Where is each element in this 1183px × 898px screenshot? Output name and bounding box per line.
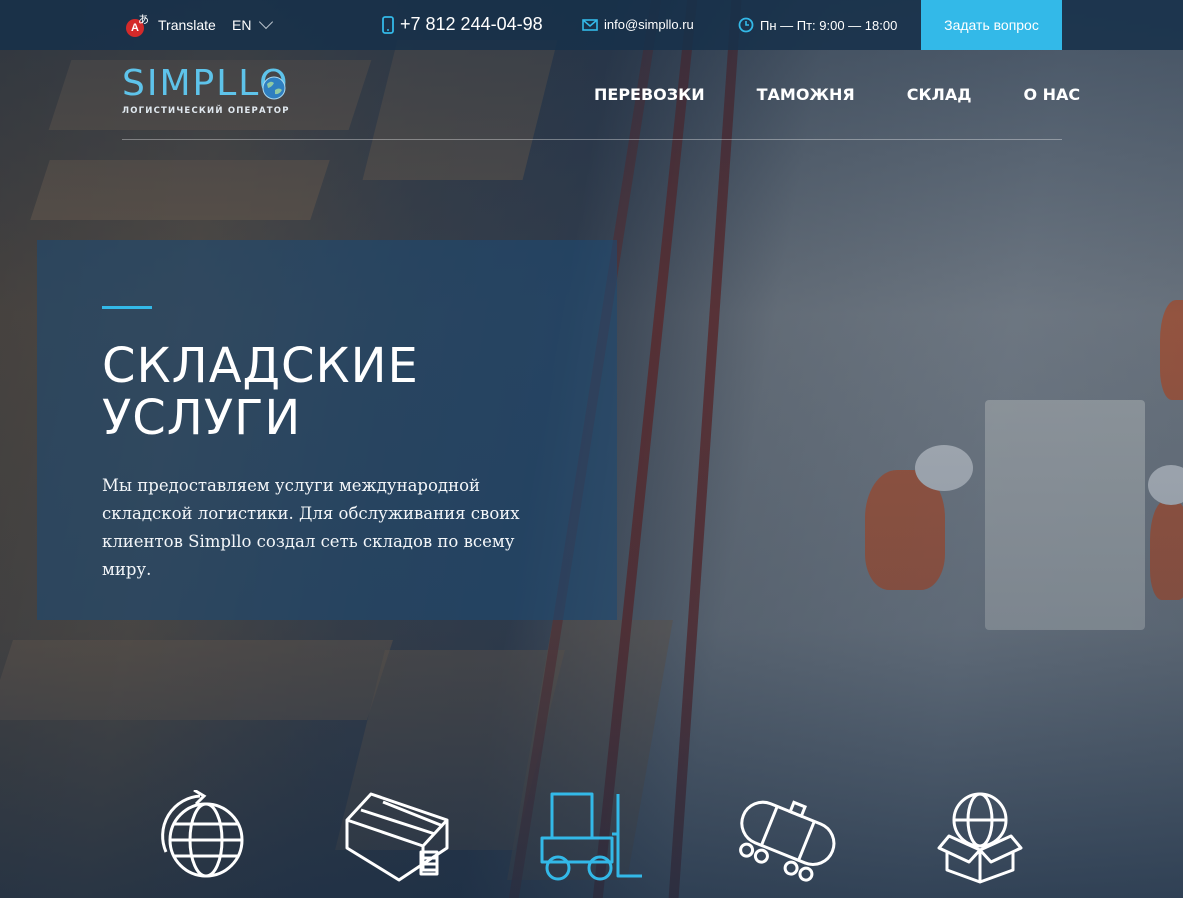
top-bar: A あ Translate EN +7 812 244-04-98 info@s… xyxy=(0,0,1183,50)
nav-item-customs[interactable]: ТАМОЖНЯ xyxy=(757,85,855,104)
envelope-icon xyxy=(582,18,598,31)
email-address: info@simpllo.ru xyxy=(604,17,694,32)
services-row xyxy=(0,790,1183,890)
mobile-phone-icon xyxy=(382,15,394,34)
hero-panel: СКЛАДСКИЕ УСЛУГИ Мы предоставляем услуги… xyxy=(37,240,617,620)
globe-arrow-icon[interactable] xyxy=(160,790,250,885)
language-select[interactable]: EN xyxy=(232,14,274,33)
translate-widget[interactable]: A あ Translate xyxy=(126,13,216,37)
logo-subtitle: ЛОГИСТИЧЕСКИЙ ОПЕРАТОР xyxy=(122,106,290,116)
email-link[interactable]: info@simpllo.ru xyxy=(582,17,694,32)
nav-item-warehouse[interactable]: СКЛАД xyxy=(907,85,972,104)
tank-wagon-icon[interactable] xyxy=(730,790,842,885)
phone-link[interactable]: +7 812 244-04-98 xyxy=(382,14,543,35)
logo[interactable]: SIMPLLO ЛОГИСТИЧЕСКИЙ ОПЕРАТОР xyxy=(122,66,292,118)
forklift-icon[interactable] xyxy=(538,790,646,885)
chevron-down-icon xyxy=(259,14,274,30)
header-divider xyxy=(122,139,1062,140)
hero-accent-line xyxy=(102,306,152,309)
nav-item-about[interactable]: О НАС xyxy=(1023,85,1080,104)
translate-icon: A あ xyxy=(126,13,150,37)
working-hours: Пн — Пт: 9:00 — 18:00 xyxy=(738,17,897,33)
globe-icon xyxy=(262,76,286,100)
ask-question-button[interactable]: Задать вопрос xyxy=(921,0,1062,50)
phone-number: +7 812 244-04-98 xyxy=(400,14,543,34)
language-value: EN xyxy=(232,17,252,33)
clock-icon xyxy=(738,17,754,33)
nav-item-transport[interactable]: ПЕРЕВОЗКИ xyxy=(594,85,705,104)
translate-label: Translate xyxy=(158,17,216,33)
hero-description: Мы предоставляем услуги международной ск… xyxy=(102,476,520,579)
warehouse-icon[interactable] xyxy=(343,790,453,885)
main-nav: ПЕРЕВОЗКИ ТАМОЖНЯ СКЛАД О НАС xyxy=(594,85,1080,104)
box-globe-icon[interactable] xyxy=(935,790,1025,885)
hero-title: СКЛАДСКИЕ УСЛУГИ xyxy=(102,338,419,446)
hours-text: Пн — Пт: 9:00 — 18:00 xyxy=(760,17,898,33)
